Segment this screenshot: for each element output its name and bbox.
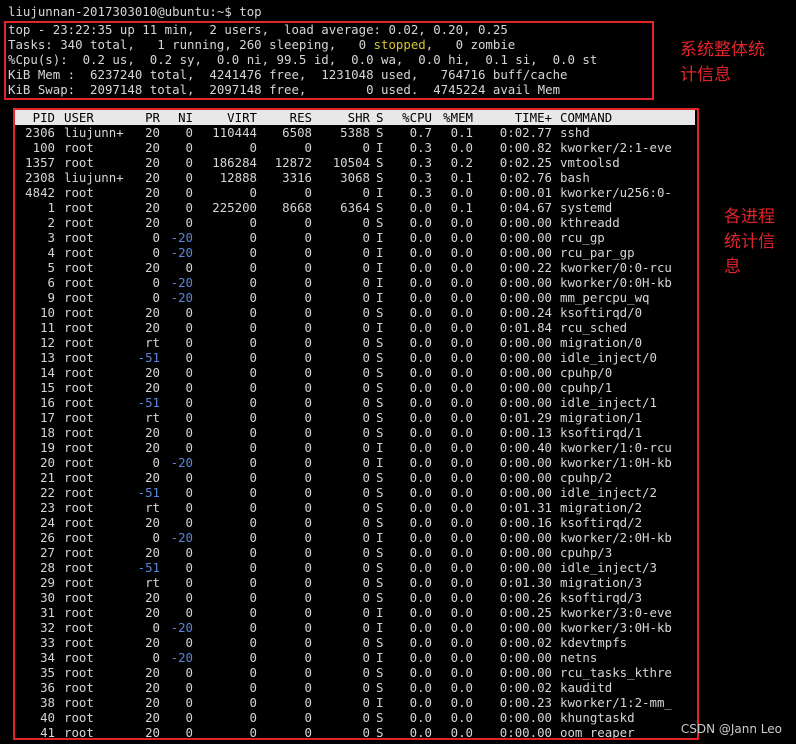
process-annotation: 各进程统计信息: [724, 207, 775, 277]
shell-prompt: liujunnan-2017303010@ubuntu:~$ top: [8, 4, 262, 19]
watermark: CSDN @Jann Leo: [680, 722, 782, 736]
summary-annotation: 系统整体统计信息: [680, 40, 765, 85]
summary-highlight-box: [4, 21, 654, 100]
terminal-window[interactable]: liujunnan-2017303010@ubuntu:~$ top top -…: [0, 0, 796, 744]
process-highlight-box: [13, 108, 699, 740]
